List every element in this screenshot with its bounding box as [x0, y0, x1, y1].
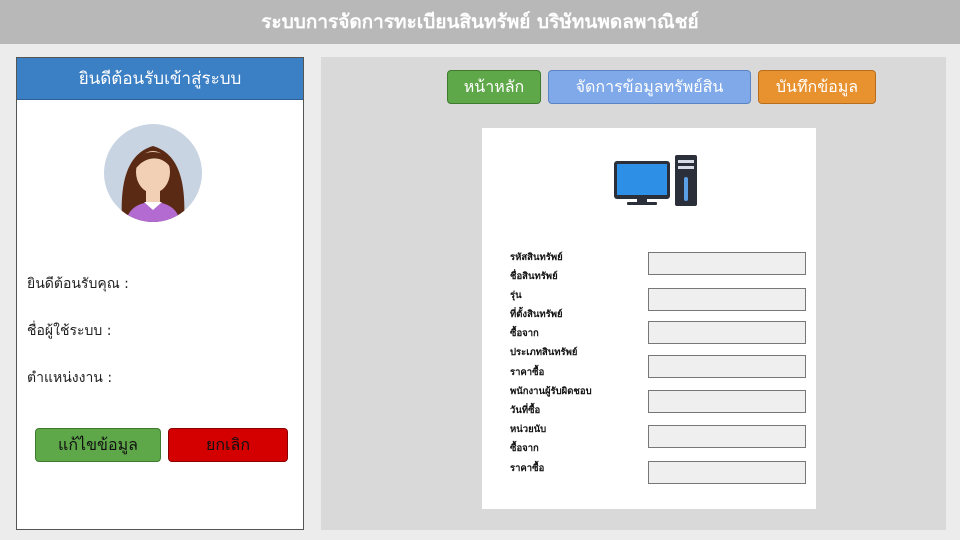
input-field-1[interactable]: [648, 252, 806, 275]
asset-code-label: รหัสสินทรัพย์: [510, 252, 563, 263]
user-avatar-icon: [104, 124, 202, 222]
manage-assets-nav-button[interactable]: จัดการข้อมูลทรัพย์สิน: [548, 70, 751, 104]
welcome-label: ยินดีต้อนรับคุณ :: [27, 276, 129, 292]
input-field-4[interactable]: [648, 355, 806, 378]
main-content: หน้าหลัก จัดการข้อมูลทรัพย์สิน บันทึกข้อ…: [321, 57, 946, 530]
app-title-bar: ระบบการจัดการทะเบียนสินทรัพย์ บริษัทนพดล…: [0, 0, 960, 44]
edit-profile-button[interactable]: แก้ไขข้อมูล: [35, 428, 161, 462]
purchased-from-label-2: ซื้อจาก: [510, 443, 539, 454]
purchase-price-label: ราคาซื้อ: [510, 367, 545, 378]
home-nav-button[interactable]: หน้าหลัก: [447, 70, 541, 104]
cancel-button[interactable]: ยกเลิก: [168, 428, 288, 462]
input-field-2[interactable]: [648, 288, 806, 311]
purchase-price-label-2: ราคาซื้อ: [510, 463, 545, 474]
responsible-staff-label: พนักงานผู้รับผิดชอบ: [510, 386, 592, 397]
unit-label: หน่วยนับ: [510, 424, 547, 435]
input-field-7[interactable]: [648, 461, 806, 484]
user-panel-title: ยินดีต้อนรับเข้าสู่ระบบ: [78, 69, 242, 89]
app-title: ระบบการจัดการทะเบียนสินทรัพย์ บริษัทนพดล…: [261, 11, 699, 33]
purchase-date-label: วันที่ซื้อ: [510, 405, 541, 416]
input-field-3[interactable]: [648, 321, 806, 344]
user-panel: ยินดีต้อนรับเข้าสู่ระบบ ยินดีต้อนรับคุณ …: [16, 57, 304, 530]
input-field-5[interactable]: [648, 390, 806, 413]
save-data-nav-button[interactable]: บันทึกข้อมูล: [758, 70, 876, 104]
purchased-from-label: ซื้อจาก: [510, 328, 539, 339]
input-field-6[interactable]: [648, 425, 806, 448]
asset-form: รหัสสินทรัพย์ ชื่อสินทรัพย์ รุ่น ที่ตั้ง…: [482, 128, 816, 509]
computer-icon: [614, 155, 697, 206]
model-label: รุ่น: [510, 290, 522, 301]
asset-location-label: ที่ตั้งสินทรัพย์: [510, 309, 563, 320]
asset-name-label: ชื่อสินทรัพย์: [510, 271, 558, 282]
user-panel-header: ยินดีต้อนรับเข้าสู่ระบบ: [17, 58, 303, 100]
asset-type-label: ประเภทสินทรัพย์: [510, 347, 578, 358]
position-label: ตำแหน่งงาน :: [27, 370, 113, 386]
username-label: ชื่อผู้ใช้ระบบ :: [27, 323, 112, 339]
